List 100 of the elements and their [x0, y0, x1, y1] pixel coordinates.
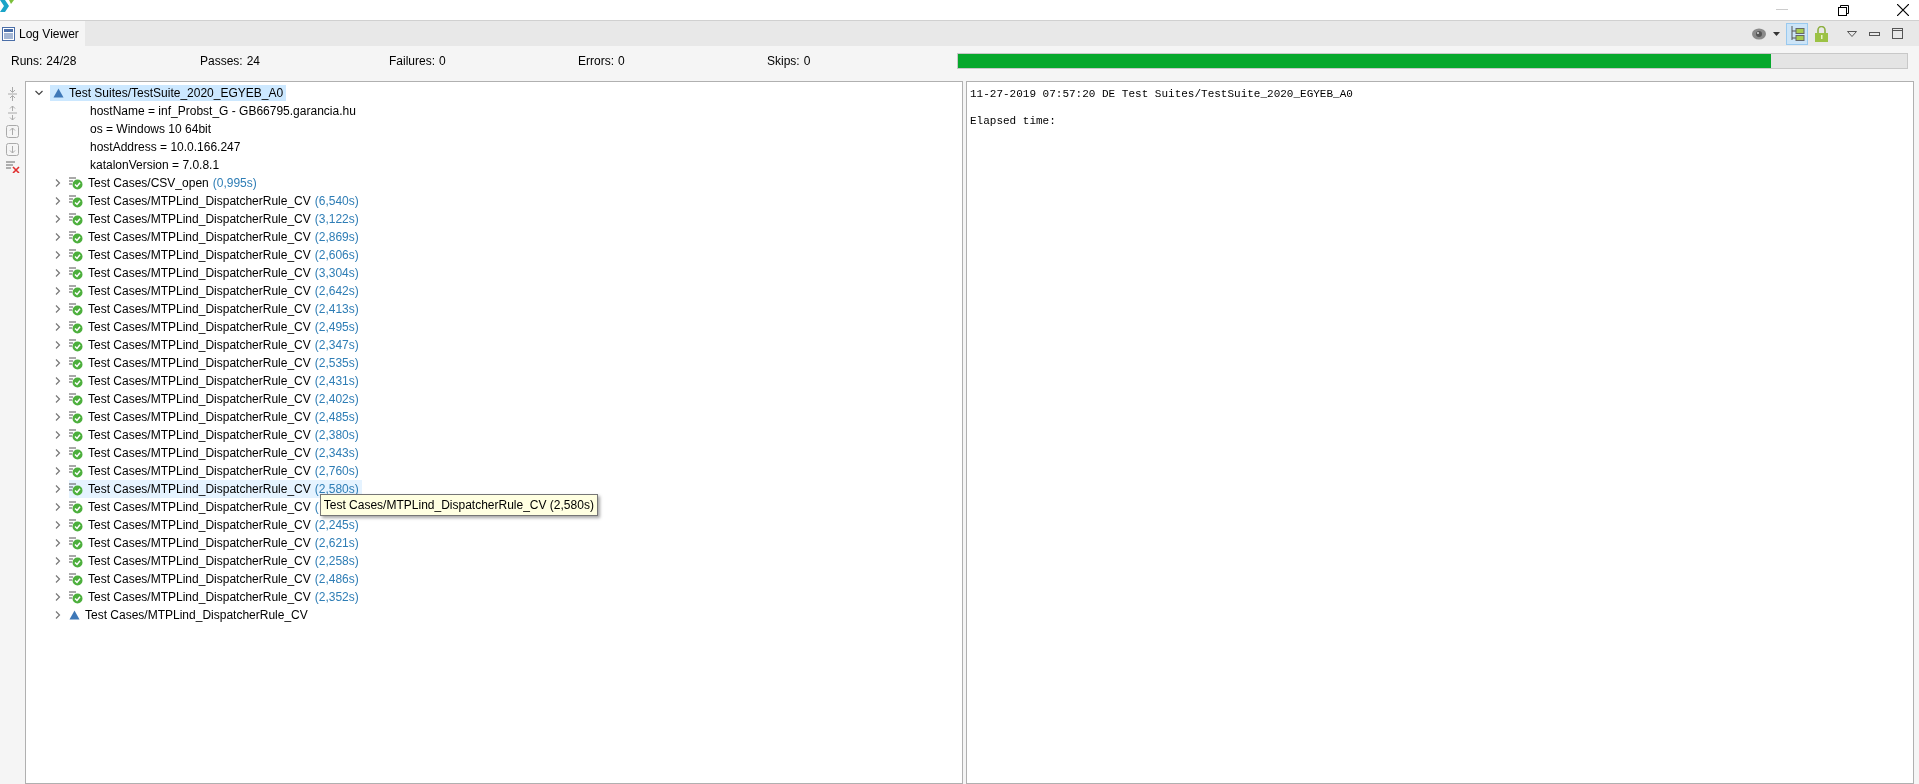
- expand-chevron-icon[interactable]: [54, 269, 62, 277]
- passed-test-icon: [69, 536, 83, 550]
- stat-value: 0: [439, 52, 446, 70]
- test-case-item[interactable]: Test Cases/MTPLind_DispatcherRule_CV (2,402s): [69, 390, 362, 408]
- test-case-item[interactable]: Test Cases/MTPLind_DispatcherRule_CV (2,606s): [69, 246, 362, 264]
- triangle-icon: [53, 88, 64, 98]
- passed-test-icon: [69, 572, 83, 586]
- expand-chevron-icon[interactable]: [54, 233, 62, 241]
- tooltip: Test Cases/MTPLind_DispatcherRule_CV (2,580s): [319, 494, 598, 516]
- passed-test-icon: [69, 590, 83, 604]
- expand-chevron-icon[interactable]: [54, 323, 62, 331]
- log-document-icon: [2, 26, 15, 41]
- stat-label: Runs:: [11, 52, 43, 70]
- expand-chevron-icon[interactable]: [54, 575, 62, 583]
- restore-icon[interactable]: [1838, 4, 1849, 16]
- expand-chevron-icon[interactable]: [54, 413, 62, 421]
- stat-label: Skips:: [767, 52, 800, 70]
- expand-chevron-icon[interactable]: [54, 341, 62, 349]
- test-case-item[interactable]: Test Cases/MTPLind_DispatcherRule_CV (2,380s): [69, 426, 362, 444]
- stat-value: 0: [803, 52, 811, 70]
- passed-test-icon: [69, 338, 83, 352]
- passed-test-icon: [69, 230, 83, 244]
- maximize-view-icon[interactable]: [1892, 28, 1903, 39]
- expand-chevron-icon[interactable]: [54, 503, 62, 511]
- passed-test-icon: [69, 194, 83, 208]
- log-viewer-tab[interactable]: Log Viewer: [0, 21, 85, 46]
- test-case-item[interactable]: Test Cases/MTPLind_DispatcherRule_CV (2,621s): [69, 534, 362, 552]
- test-case-item[interactable]: Test Cases/MTPLind_DispatcherRule_CV (2,760s): [69, 462, 362, 480]
- passed-test-icon: [69, 176, 83, 190]
- passed-test-icon: [69, 464, 83, 478]
- expand-chevron-icon[interactable]: [54, 197, 62, 205]
- test-case-item[interactable]: Test Cases/MTPLind_DispatcherRule_CV (2,245s): [69, 516, 362, 534]
- passed-test-icon: [69, 518, 83, 532]
- test-case-item[interactable]: Test Cases/MTPLind_DispatcherRule_CV (2,535s): [69, 354, 362, 372]
- eye-icon[interactable]: [1751, 27, 1767, 40]
- passed-test-icon: [69, 482, 83, 496]
- collapse-all-icon[interactable]: [7, 106, 18, 120]
- lock-icon[interactable]: [1814, 25, 1829, 42]
- test-case-item[interactable]: Test Cases/MTPLind_DispatcherRule_CV (2,580s): [69, 480, 362, 498]
- expand-chevron-icon[interactable]: [54, 305, 62, 313]
- test-case-item[interactable]: Test Cases/MTPLind_DispatcherRule_CV (2,347s): [69, 336, 362, 354]
- test-case-item[interactable]: Test Cases/MTPLind_DispatcherRule_CV (2,413s): [69, 300, 362, 318]
- passed-test-icon: [69, 428, 83, 442]
- expand-chevron-icon[interactable]: [54, 431, 62, 439]
- dropdown-caret-icon[interactable]: [1773, 31, 1780, 36]
- expand-chevron-icon[interactable]: [54, 179, 62, 187]
- expand-chevron-icon[interactable]: [54, 359, 62, 367]
- expand-chevron-icon[interactable]: [54, 395, 62, 403]
- test-case-item[interactable]: Test Cases/MTPLind_DispatcherRule_CV (2,642s): [69, 282, 362, 300]
- app-logo-icon: [0, 0, 14, 12]
- expand-chevron-icon[interactable]: [54, 215, 62, 223]
- test-case-item[interactable]: Test Cases/CSV_open (0,995s): [69, 174, 260, 192]
- tree-node[interactable]: Test Suites/TestSuite_2020_EGYEB_A0: [50, 85, 287, 101]
- test-case-item[interactable]: Test Cases/MTPLind_DispatcherRule_CV (3,304s): [69, 264, 362, 282]
- expand-chevron-icon[interactable]: [54, 467, 62, 475]
- log-line: Elapsed time:: [970, 114, 1057, 129]
- passed-test-icon: [69, 212, 83, 226]
- log-line: 11-27-2019 07:57:20 DE Test Suites/TestSuite_2020_EGYEB_A0: [970, 87, 1354, 102]
- minimize-view-icon[interactable]: [1869, 31, 1880, 36]
- property-text: katalonVersion = 7.0.8.1: [90, 157, 220, 174]
- property-text: hostAddress = 10.0.166.247: [90, 139, 241, 156]
- expand-chevron-icon[interactable]: [54, 251, 62, 259]
- test-case-item[interactable]: Test Cases/MTPLind_DispatcherRule_CV (2,485s): [69, 408, 362, 426]
- passed-test-icon: [69, 500, 83, 514]
- expand-chevron-icon[interactable]: [54, 539, 62, 547]
- stat-label: Errors:: [578, 52, 614, 70]
- expand-chevron-icon[interactable]: [54, 287, 62, 295]
- property-text: os = Windows 10 64bit: [90, 121, 212, 138]
- tree-view-toggle[interactable]: [1786, 22, 1808, 45]
- passed-test-icon: [69, 266, 83, 280]
- collapse-chevron-icon[interactable]: [35, 89, 43, 97]
- test-case-item[interactable]: Test Cases/MTPLind_DispatcherRule_CV (2,495s): [69, 318, 362, 336]
- expand-chevron-icon[interactable]: [54, 521, 62, 529]
- view-menu-icon[interactable]: [1847, 30, 1857, 37]
- expand-chevron-icon[interactable]: [54, 449, 62, 457]
- clear-icon[interactable]: [5, 161, 20, 173]
- next-icon[interactable]: [6, 143, 19, 156]
- expand-chevron-icon[interactable]: [54, 611, 62, 619]
- test-case-item[interactable]: Test Cases/MTPLind_DispatcherRule_CV (2,343s): [69, 444, 362, 462]
- expand-chevron-icon[interactable]: [54, 593, 62, 601]
- test-case-item[interactable]: Test Cases/MTPLind_DispatcherRule_CV (2,869s): [69, 228, 362, 246]
- test-case-item[interactable]: Test Cases/MTPLind_DispatcherRule_CV: [69, 606, 311, 624]
- test-case-item[interactable]: Test Cases/MTPLind_DispatcherRule_CV (6,540s): [69, 192, 362, 210]
- passed-test-icon: [69, 284, 83, 298]
- test-case-item[interactable]: Test Cases/MTPLind_DispatcherRule_CV (3,122s): [69, 210, 362, 228]
- expand-chevron-icon[interactable]: [54, 485, 62, 493]
- expand-chevron-icon[interactable]: [54, 557, 62, 565]
- passed-test-icon: [69, 554, 83, 568]
- close-icon[interactable]: [1897, 4, 1909, 16]
- triangle-icon: [69, 610, 80, 620]
- test-case-item[interactable]: Test Cases/MTPLind_DispatcherRule_CV (2,486s): [69, 570, 362, 588]
- test-case-item[interactable]: Test Cases/MTPLind_DispatcherRule_CV (2,258s): [69, 552, 362, 570]
- stat-value: 24/28: [46, 52, 77, 70]
- previous-icon[interactable]: [6, 125, 19, 138]
- test-case-item[interactable]: Test Cases/MTPLind_DispatcherRule_CV (2,431s): [69, 372, 362, 390]
- expand-chevron-icon[interactable]: [54, 377, 62, 385]
- passed-test-icon: [69, 248, 83, 262]
- passed-test-icon: [69, 374, 83, 388]
- expand-all-icon[interactable]: [7, 87, 18, 101]
- test-case-item[interactable]: Test Cases/MTPLind_DispatcherRule_CV (2,352s): [69, 588, 362, 606]
